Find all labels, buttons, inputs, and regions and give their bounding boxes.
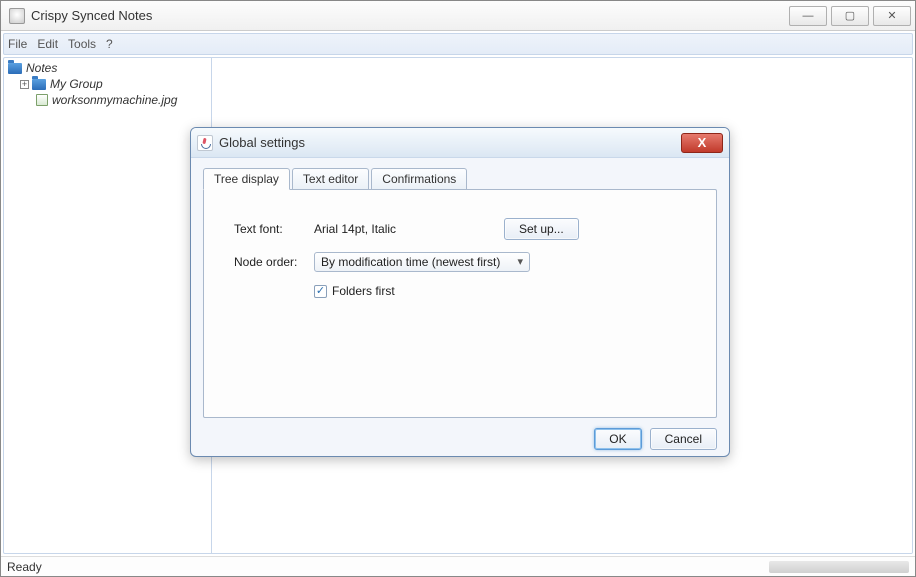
tree-node-file[interactable]: worksonmymachine.jpg [6,92,209,108]
menu-edit[interactable]: Edit [37,37,58,51]
tree-label: Notes [26,61,57,75]
row-node-order: Node order: By modification time (newest… [234,252,686,272]
dialog-close-button[interactable]: X [681,133,723,153]
statusbar: Ready [1,556,915,576]
ok-button[interactable]: OK [594,428,641,450]
menu-file[interactable]: File [8,37,27,51]
menu-tools[interactable]: Tools [68,37,96,51]
text-font-label: Text font: [234,222,314,236]
main-titlebar[interactable]: Crispy Synced Notes — ▢ ✕ [1,1,915,31]
setup-button[interactable]: Set up... [504,218,579,240]
dialog-body: Tree display Text editor Confirmations T… [191,158,729,456]
tab-text-editor[interactable]: Text editor [292,168,369,189]
resize-grip[interactable] [769,561,909,573]
tab-pane: Text font: Arial 14pt, Italic Set up... … [203,189,717,418]
dialog-titlebar[interactable]: Global settings X [191,128,729,158]
settings-dialog: Global settings X Tree display Text edit… [190,127,730,457]
java-icon [197,135,213,151]
node-order-select[interactable]: By modification time (newest first) [314,252,530,272]
dialog-title: Global settings [219,135,305,150]
node-order-label: Node order: [234,255,314,269]
window-controls: — ▢ ✕ [785,6,911,26]
cancel-button[interactable]: Cancel [650,428,717,450]
text-font-value: Arial 14pt, Italic [314,222,504,236]
close-button[interactable]: ✕ [873,6,911,26]
node-order-value: By modification time (newest first) [321,255,500,269]
tab-confirmations[interactable]: Confirmations [371,168,467,189]
folder-icon [8,63,22,74]
folder-icon [32,79,46,90]
dialog-footer: OK Cancel [203,418,717,450]
maximize-button[interactable]: ▢ [831,6,869,26]
tree-node-root[interactable]: Notes [6,60,209,76]
tree-panel[interactable]: Notes + My Group worksonmymachine.jpg [4,58,212,553]
tab-tree-display[interactable]: Tree display [203,168,290,190]
tree-label: worksonmymachine.jpg [52,93,177,107]
app-icon [9,8,25,24]
status-text: Ready [7,560,42,574]
window-title: Crispy Synced Notes [31,8,152,23]
folders-first-checkbox[interactable]: ✓ [314,285,327,298]
row-text-font: Text font: Arial 14pt, Italic Set up... [234,218,686,240]
tree-node-group[interactable]: + My Group [6,76,209,92]
expander-icon[interactable]: + [20,80,29,89]
folders-first-label: Folders first [332,284,395,298]
row-folders-first: ✓ Folders first [234,284,686,298]
image-file-icon [36,94,48,106]
menubar: File Edit Tools ? [3,33,913,55]
tabs-row: Tree display Text editor Confirmations [203,168,717,189]
menu-help[interactable]: ? [106,37,113,51]
tree-label: My Group [50,77,103,91]
minimize-button[interactable]: — [789,6,827,26]
